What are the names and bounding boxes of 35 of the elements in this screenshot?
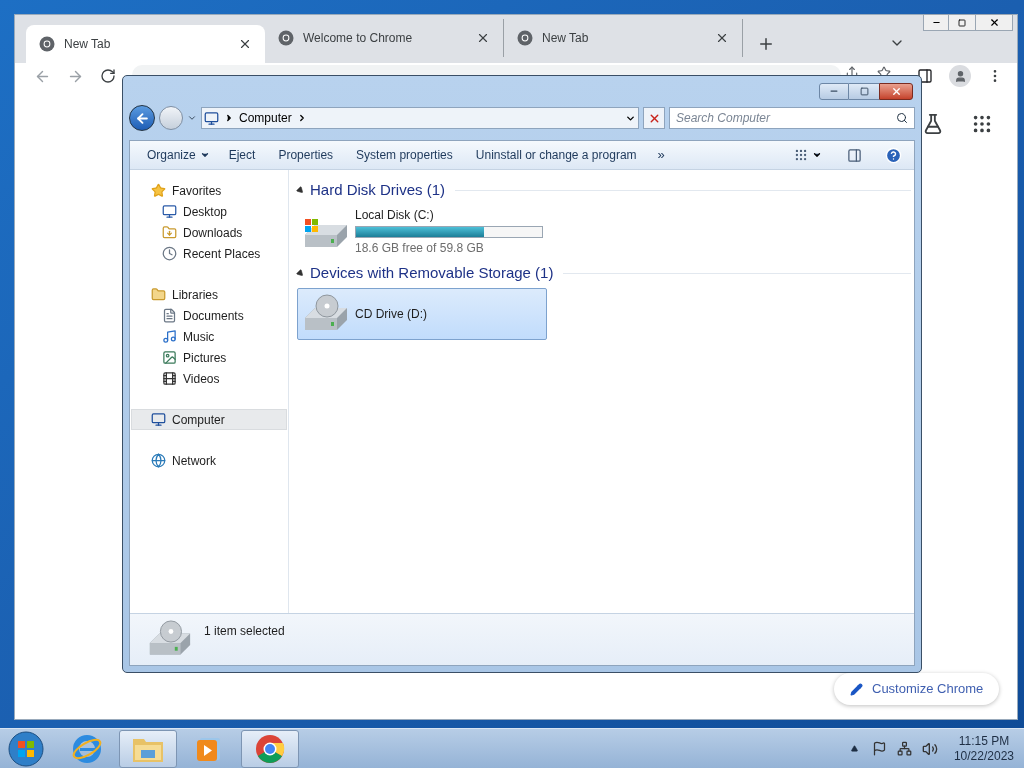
drive-tile[interactable]: CD Drive (D:): [297, 288, 547, 340]
group-heading: Devices with Removable Storage (1): [310, 262, 554, 283]
browser-tab[interactable]: New Tab: [504, 19, 743, 57]
search-input[interactable]: Search Computer: [676, 109, 896, 127]
drive-tile[interactable]: Local Disk (C:) 18.6 GB free of 59.8 GB: [297, 205, 547, 257]
drive-name: CD Drive (D:): [355, 306, 428, 323]
nav-item[interactable]: Recent Places: [131, 243, 287, 264]
nav-item[interactable]: Pictures: [131, 347, 287, 368]
clock-date[interactable]: 10/22/2023: [953, 748, 1014, 764]
address-bar[interactable]: Computer: [201, 107, 639, 129]
customize-chrome-button[interactable]: Customize Chrome: [834, 673, 1000, 705]
toolbar-button[interactable]: Uninstall or change a program: [465, 144, 647, 166]
nav-item[interactable]: Downloads: [131, 222, 287, 243]
browser-tab[interactable]: New Tab: [26, 25, 265, 63]
browser-tab[interactable]: Welcome to Chrome: [265, 19, 504, 57]
nav-item[interactable]: Music: [131, 326, 287, 347]
breadcrumb-item[interactable]: Computer: [239, 109, 292, 127]
drive-name: Local Disk (C:): [355, 206, 435, 224]
nav-item[interactable]: Network: [131, 450, 287, 471]
nav-item[interactable]: Favorites: [131, 180, 287, 201]
more-button[interactable]: »: [649, 144, 673, 166]
nav-item[interactable]: Libraries: [131, 284, 287, 305]
free-space-text: 18.6 GB free of 59.8 GB: [355, 239, 485, 257]
status-text: 1 item selected: [204, 623, 285, 640]
nav-item[interactable]: Documents: [131, 305, 287, 326]
clock-time[interactable]: 11:15 PM: [958, 733, 1010, 749]
toolbar-button[interactable]: Properties: [268, 144, 344, 166]
nav-item[interactable]: Computer: [131, 409, 287, 430]
nav-item[interactable]: Videos: [131, 368, 287, 389]
group-heading: Hard Disk Drives (1): [310, 179, 445, 200]
search-field[interactable]: Search Computer: [669, 107, 915, 129]
nav-item[interactable]: Desktop: [131, 201, 287, 222]
toolbar-button[interactable]: Eject: [218, 144, 266, 166]
toolbar-button[interactable]: System properties: [346, 144, 463, 166]
organize-menu[interactable]: Organize: [141, 144, 216, 166]
